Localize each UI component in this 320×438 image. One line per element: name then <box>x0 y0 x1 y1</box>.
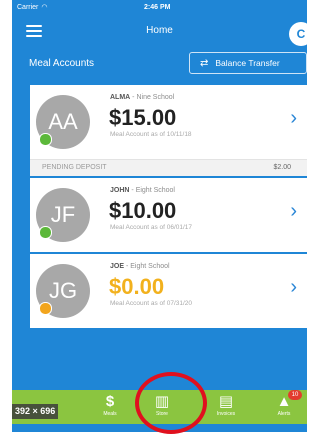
status-dot <box>39 302 52 315</box>
account-card-joe: JG JOE - Eight School $0.00 Meal Account… <box>30 254 307 328</box>
as-of-date: Meal Account as of 07/31/20 <box>110 300 193 307</box>
profile-icon[interactable]: C <box>289 22 307 46</box>
status-dot <box>39 226 52 239</box>
tab-invoices[interactable]: ▤ Invoices <box>206 393 246 417</box>
status-time: 2:46 PM <box>144 3 171 11</box>
nav-bar: Home C <box>12 14 307 48</box>
tab-meals[interactable]: $ Meals <box>90 393 130 417</box>
student-name: ALMA <box>110 94 131 101</box>
account-card-john: JF JOHN - Eight School $10.00 Meal Accou… <box>30 178 307 252</box>
chevron-right-icon[interactable]: › <box>290 107 297 130</box>
account-row[interactable]: JG JOE - Eight School $0.00 Meal Account… <box>30 254 307 328</box>
school-name: Nine School <box>136 94 175 101</box>
account-card-alma: AA ALMA - Nine School $15.00 Meal Accoun… <box>30 85 307 176</box>
highlight-circle <box>135 372 207 434</box>
balance-transfer-label: Balance Transfer <box>215 58 280 68</box>
carrier-label: Carrier ◠ <box>17 4 48 11</box>
tab-label: Invoices <box>216 411 236 417</box>
balance-amount: $15.00 <box>109 105 177 130</box>
pending-deposit-row: PENDING DEPOSIT $2.00 <box>30 159 307 176</box>
dimension-label: 392 × 696 <box>12 404 59 419</box>
pending-deposit-amount: $2.00 <box>273 164 291 171</box>
as-of-date: Meal Account as of 10/11/18 <box>110 131 192 138</box>
meal-accounts-title: Meal Accounts <box>29 58 95 69</box>
student-name-line: JOE - Eight School <box>110 263 170 270</box>
balance-transfer-button[interactable]: ⇄ Balance Transfer <box>189 52 307 74</box>
account-row[interactable]: AA ALMA - Nine School $15.00 Meal Accoun… <box>30 85 307 159</box>
chevron-right-icon[interactable]: › <box>290 200 297 223</box>
page-title: Home <box>146 25 173 36</box>
chevron-right-icon[interactable]: › <box>290 276 297 299</box>
student-name-line: JOHN - Eight School <box>110 187 175 194</box>
status-dot <box>39 133 52 146</box>
student-name: JOE <box>110 263 125 270</box>
tab-label: Meals <box>103 411 117 417</box>
pending-deposit-label: PENDING DEPOSIT <box>42 164 107 171</box>
dollar-icon: $ <box>105 393 115 410</box>
meal-accounts-header: Meal Accounts ⇄ Balance Transfer <box>12 52 307 78</box>
as-of-date: Meal Account as of 06/01/17 <box>110 224 193 231</box>
tab-alerts[interactable]: ▲ Alerts 10 <box>264 390 304 417</box>
school-name: Eight School <box>135 187 175 194</box>
school-name: Eight School <box>130 263 170 270</box>
status-bar: Carrier ◠ 2:46 PM <box>12 0 307 14</box>
invoice-icon: ▤ <box>218 393 234 410</box>
tab-label: Alerts <box>277 411 291 417</box>
balance-amount: $0.00 <box>109 274 165 299</box>
wifi-icon: ◠ <box>41 4 48 11</box>
alerts-badge: 10 <box>288 390 302 400</box>
transfer-icon: ⇄ <box>200 57 209 69</box>
student-name: JOHN <box>110 187 130 194</box>
account-row[interactable]: JF JOHN - Eight School $10.00 Meal Accou… <box>30 178 307 252</box>
balance-amount: $10.00 <box>109 198 177 223</box>
student-name-line: ALMA - Nine School <box>110 94 175 101</box>
app-screen: Carrier ◠ 2:46 PM Home C Meal Accounts ⇄ … <box>12 0 307 432</box>
